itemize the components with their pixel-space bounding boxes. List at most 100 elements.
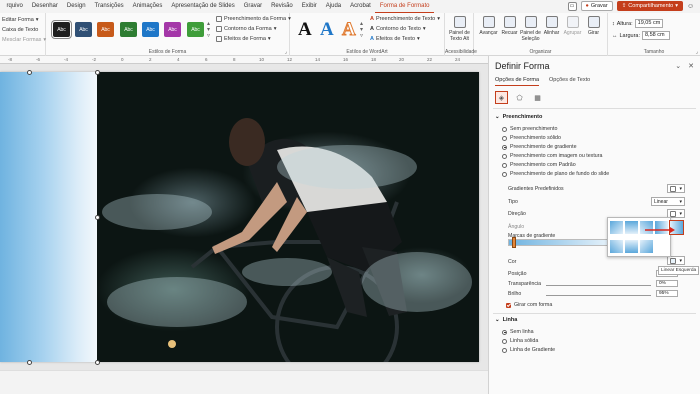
height-input[interactable]: 19,05 cm (634, 19, 663, 28)
direction-option[interactable] (610, 240, 623, 253)
selection-pane-icon (524, 16, 537, 28)
cyclist-photo[interactable] (97, 72, 479, 362)
resize-handle[interactable] (95, 215, 100, 220)
gallery-scroll[interactable]: ▴ ▾ ▿ (207, 21, 210, 39)
direction-option[interactable] (640, 240, 653, 253)
gallery-scroll[interactable]: ▴ ▾ ▿ (360, 21, 363, 39)
ruler-tick: 22 (427, 57, 433, 62)
tab-help[interactable]: Ajuda (321, 0, 345, 13)
resize-handle[interactable] (27, 70, 32, 75)
chevron-down-icon[interactable]: ⌄ (675, 62, 681, 70)
shape-style-swatch[interactable]: Abc (75, 22, 92, 37)
dialog-launcher-icon[interactable]: ⌟ (285, 49, 287, 55)
type-dropdown[interactable]: Linear ▾ (651, 197, 685, 206)
paint-bucket-icon (216, 16, 222, 22)
fill-option-background[interactable]: Preenchimento de plano de fundo do slide (502, 171, 609, 177)
direction-option[interactable] (625, 221, 638, 234)
tab-draw[interactable]: Desenhar (27, 0, 62, 13)
text-outline-button[interactable]: A Contorno do Texto ▾ (370, 26, 426, 32)
record-button[interactable]: ● Gravar (580, 1, 613, 11)
chevron-down-icon: ▾ (679, 210, 682, 217)
tab-shape-format[interactable]: Forma de Formato (375, 0, 435, 13)
gradient-stop-handle[interactable] (512, 237, 516, 248)
shape-outline-button[interactable]: Contorno da Forma ▾ (216, 26, 276, 32)
brightness-input[interactable]: 95% (656, 290, 678, 297)
text-effects-button[interactable]: A Efeitos de Texto ▾ (370, 36, 420, 42)
resize-handle[interactable] (27, 360, 32, 365)
preset-gradients-dropdown[interactable]: ▾ (667, 184, 685, 193)
gradient-rectangle-shape[interactable] (0, 72, 97, 362)
text-box-button[interactable]: Caixa de Texto (2, 27, 38, 33)
arrange-label: Organizar (529, 49, 552, 55)
fill-option-gradient[interactable]: Preenchimento de gradiente (502, 144, 577, 150)
shape-style-swatch[interactable]: Abc (120, 22, 137, 37)
shape-effects-button[interactable]: Efeitos de Forma ▾ (216, 36, 271, 42)
color-picker[interactable]: ▾ (667, 256, 685, 265)
shape-style-swatch[interactable]: Abc (164, 22, 181, 37)
fill-option-none[interactable]: Sem preenchimento (502, 126, 557, 132)
divider (493, 108, 696, 109)
tab-transitions[interactable]: Transições (90, 0, 128, 13)
alt-text-button[interactable]: Painel de Texto Alt (446, 16, 473, 42)
direction-option[interactable] (625, 240, 638, 253)
wordart-style-outline[interactable]: A (342, 19, 357, 41)
tab-animations[interactable]: Animações (128, 0, 167, 13)
effects-icon[interactable]: ⬠ (513, 91, 526, 104)
line-section-header[interactable]: ⌄ Linha (495, 317, 517, 323)
rotate-button[interactable]: Girar (580, 16, 607, 36)
fill-option-picture[interactable]: Preenchimento com imagem ou textura (502, 153, 602, 159)
tab-review[interactable]: Revisão (267, 0, 298, 13)
shape-fill-button[interactable]: Preenchimento da Forma ▾ (216, 16, 291, 22)
shape-style-swatch[interactable]: Abc (142, 22, 159, 37)
tab-view[interactable]: Exibir (297, 0, 321, 13)
feedback-icon[interactable]: ☺ (687, 2, 696, 11)
wordart-style-black[interactable]: A (298, 19, 312, 41)
merge-shapes-label: Mesclar Formas (2, 37, 42, 43)
line-option-solid[interactable]: Linha sólida (502, 338, 538, 344)
line-option-gradient[interactable]: Linha de Gradiente (502, 347, 555, 353)
line-option-none[interactable]: Sem linha (502, 329, 534, 335)
shape-style-swatch[interactable]: Abc (97, 22, 114, 37)
checkbox-checked-icon (506, 302, 511, 308)
fill-section-header[interactable]: ⌄ Preenchimento (495, 114, 542, 120)
tab-record[interactable]: Gravar (239, 0, 266, 13)
menu-bar: rquivo Desenhar Design Transições Animaç… (0, 0, 700, 13)
tab-text-options[interactable]: Opções de Texto (549, 77, 590, 86)
size-properties-icon[interactable]: ▦ (531, 91, 544, 104)
accessibility-label: Acessibilidade (445, 49, 477, 55)
tab-file[interactable]: rquivo (2, 0, 27, 13)
shape-style-swatch[interactable]: Abc (51, 20, 72, 39)
line-option-label: Linha sólida (510, 338, 539, 344)
resize-handle[interactable] (95, 70, 100, 75)
tab-shape-options[interactable]: Opções de Forma (495, 77, 540, 86)
fill-option-solid[interactable]: Preenchimento sólido (502, 135, 561, 141)
shape-style-swatch[interactable]: Abc (187, 22, 204, 37)
gradient-stops-bar[interactable] (508, 239, 612, 246)
fill-option-label: Preenchimento com Padrão (510, 162, 576, 168)
brightness-slider[interactable] (546, 295, 651, 296)
width-input[interactable]: 8,58 cm (642, 31, 670, 40)
close-icon[interactable]: ✕ (688, 62, 694, 70)
type-value: Linear (654, 198, 668, 205)
rotate-with-shape-checkbox[interactable]: Girar com forma (506, 302, 552, 308)
tab-slideshow[interactable]: Apresentação de Slides (167, 0, 239, 13)
position-label: Posição (508, 271, 527, 277)
comments-icon[interactable]: ▭ (567, 1, 577, 11)
ruler-tick: 16 (343, 57, 349, 62)
text-fill-button[interactable]: A Preenchimento de Texto ▾ (370, 16, 440, 22)
tab-design[interactable]: Design (62, 0, 90, 13)
direction-option[interactable] (610, 221, 623, 234)
transparency-input[interactable]: 0% (656, 280, 678, 287)
resize-handle[interactable] (95, 360, 100, 365)
fill-option-pattern[interactable]: Preenchimento com Padrão (502, 162, 576, 168)
dialog-launcher-icon[interactable]: ⌟ (696, 49, 698, 55)
edit-shape-button[interactable]: Editar Forma ▾ (2, 17, 39, 23)
merge-shapes-button[interactable]: Mesclar Formas ▾ (2, 37, 46, 43)
transparency-slider[interactable] (546, 285, 651, 286)
divider (493, 313, 696, 314)
wordart-style-blue[interactable]: A (320, 19, 334, 41)
fill-line-icon[interactable]: ◈ (495, 91, 508, 104)
tab-acrobat[interactable]: Acrobat (346, 0, 376, 13)
share-button[interactable]: ⇪ Compartilhamento ▾ (616, 1, 683, 11)
width-field: ↔ Largura: 8,58 cm (612, 31, 670, 40)
